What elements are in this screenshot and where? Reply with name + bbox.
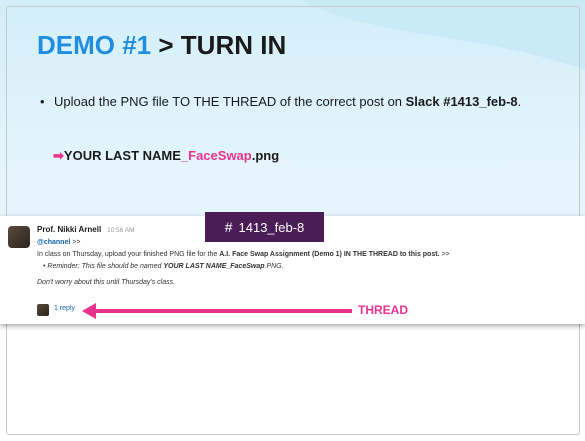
filename-part1: YOUR LAST NAME xyxy=(63,148,181,163)
filename-part2: _FaceSwap xyxy=(180,148,252,163)
message-note: Don't worry about this until Thursday's … xyxy=(37,279,176,286)
page-title: DEMO #1 > TURN IN xyxy=(37,30,286,61)
title-rest: > TURN IN xyxy=(158,30,287,60)
channel-name: 1413_feb-8 xyxy=(238,219,305,235)
reminder-filename: YOUR LAST NAME_FaceSwap xyxy=(163,263,265,270)
mention-suffix: >> xyxy=(70,239,81,246)
message-line-1: In class on Thursday, upload your finish… xyxy=(37,249,582,261)
instruction-text: Upload the PNG file TO THE THREAD of the… xyxy=(54,94,406,109)
message-reminder: • Reminder: This file should be named YO… xyxy=(37,261,582,273)
channel-mention[interactable]: @channel xyxy=(37,239,70,246)
slide: DEMO #1 > TURN IN • Upload the PNG file … xyxy=(0,0,585,441)
message-line-1-suffix: >> xyxy=(439,251,450,258)
reply-count-link[interactable]: 1 reply xyxy=(54,305,75,312)
right-arrow-icon: ➡ xyxy=(53,148,64,163)
title-highlight: DEMO #1 xyxy=(37,30,152,60)
bullet-dot-icon: • xyxy=(40,94,45,109)
message-line-1-bold: A.I. Face Swap Assignment (Demo 1) IN TH… xyxy=(219,251,440,258)
channel-badge: # 1413_feb-8 xyxy=(205,212,324,242)
instruction-item: • Upload the PNG file TO THE THREAD of t… xyxy=(40,92,540,112)
author-name[interactable]: Prof. Nikki Arnell xyxy=(37,225,101,234)
avatar[interactable] xyxy=(8,226,30,248)
thread-label: THREAD xyxy=(358,303,408,317)
filename-part3: .png xyxy=(251,148,280,163)
message-line-1-text: In class on Thursday, upload your finish… xyxy=(37,251,220,258)
reminder-label: Reminder: xyxy=(47,263,80,270)
message-timestamp[interactable]: 10:56 AM xyxy=(107,227,134,234)
reminder-text: This file should be named xyxy=(79,263,164,270)
reminder-end: .PNG. xyxy=(264,263,284,270)
instruction-end: . xyxy=(517,94,522,109)
thread-arrow-icon xyxy=(82,303,352,319)
reply-avatar xyxy=(37,304,49,316)
hash-icon: # xyxy=(224,219,233,235)
instruction-list: • Upload the PNG file TO THE THREAD of t… xyxy=(40,92,540,112)
filename-instruction: ➡YOUR LAST NAME_FaceSwap.png xyxy=(53,148,279,164)
instruction-channel: Slack #1413_feb-8 xyxy=(405,94,518,109)
